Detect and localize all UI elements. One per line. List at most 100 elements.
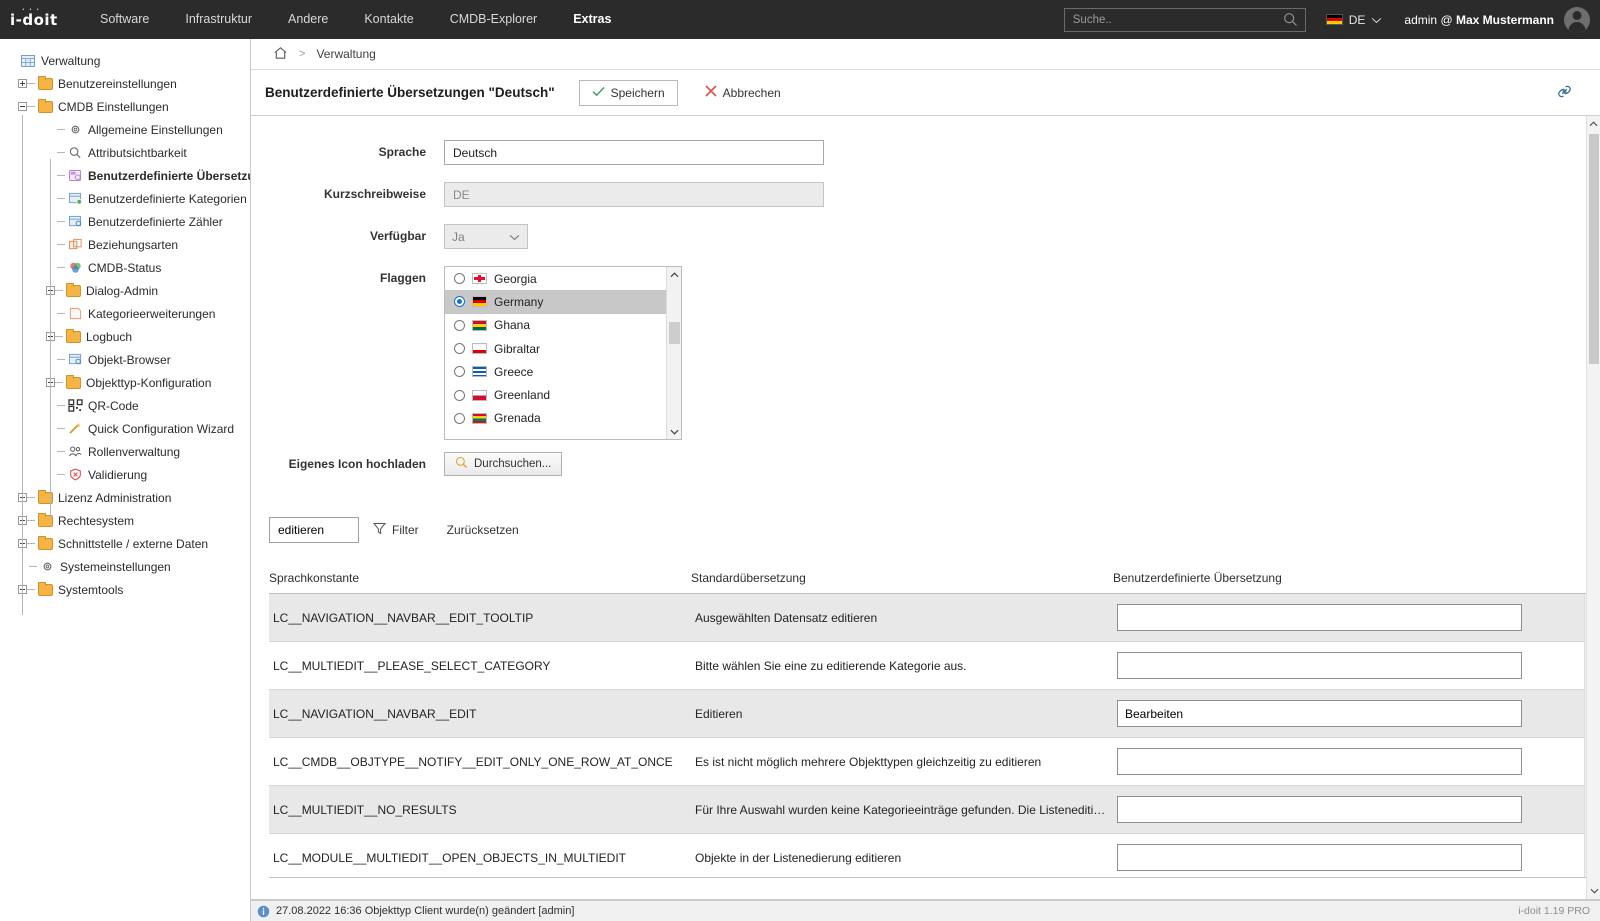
radio-icon[interactable] [454, 296, 465, 308]
flags-listbox[interactable]: Georgia Germany Ghana Gibraltar Greece Greenl… [444, 266, 682, 440]
search-icon[interactable] [1283, 12, 1298, 27]
sprache-input[interactable] [444, 140, 824, 165]
sidebar-item-label: Logbuch [86, 329, 133, 344]
browse-button[interactable]: Durchsuchen... [444, 452, 563, 476]
global-search[interactable] [1063, 7, 1306, 32]
sidebar-item-allgemeine-einstellungen[interactable]: Allgemeine Einstellungen [0, 118, 250, 141]
filter-input[interactable] [269, 517, 359, 543]
custom-translation-input[interactable] [1117, 604, 1522, 631]
flag-option-grenada[interactable]: Grenada [445, 407, 681, 430]
nav-item-andere[interactable]: Andere [270, 0, 346, 39]
form-row-upload: Eigenes Icon hochladen Durchsuchen... [251, 452, 1600, 476]
search-input[interactable] [1064, 12, 1283, 27]
verfuegbar-select[interactable]: Ja [444, 224, 528, 249]
sidebar-item-systemtools[interactable]: Systemtools [0, 578, 250, 601]
breadcrumb-current[interactable]: Verwaltung [316, 47, 375, 61]
flags-scrollbar-thumb[interactable] [669, 322, 680, 344]
sidebar-item-qr-code[interactable]: QR-Code [0, 394, 250, 417]
reset-button[interactable]: Zurücksetzen [433, 517, 533, 543]
sidebar-item-beziehungsarten[interactable]: Beziehungsarten [0, 233, 250, 256]
radio-icon[interactable] [454, 273, 465, 285]
user-avatar-icon[interactable] [1564, 6, 1590, 33]
page-scrollbar-thumb[interactable] [1589, 134, 1599, 364]
save-button[interactable]: Speichern [578, 79, 678, 106]
sidebar-item-systemeinstellungen[interactable]: Systemeinstellungen [0, 555, 250, 578]
custom-translation-input[interactable] [1117, 652, 1522, 679]
custom-translation-input[interactable] [1117, 796, 1522, 823]
flag-option-label: Ghana [494, 318, 531, 333]
cell-sprachkonstante: LC__NAVIGATION__NAVBAR__EDIT [273, 706, 477, 721]
sidebar-item-lizenz-administration[interactable]: Lizenz Administration [0, 486, 250, 509]
table-row[interactable]: LC__NAVIGATION__NAVBAR__EDIT Editieren [269, 690, 1600, 738]
browse-button-label: Durchsuchen... [474, 458, 552, 470]
cancel-button[interactable]: Abbrechen [692, 80, 794, 106]
sidebar-item-benutzereinstellungen[interactable]: Benutzereinstellungen [0, 72, 250, 95]
magnifier-icon [455, 456, 468, 472]
nav-item-cmdb-explorer[interactable]: CMDB-Explorer [432, 0, 556, 39]
top-navigation-bar: · · · i-doit Software Infrastruktur Ande… [0, 0, 1600, 39]
sidebar-item-objekt-browser[interactable]: Objekt-Browser [0, 348, 250, 371]
sidebar-item-attributsichtbarkeit[interactable]: Attributsichtbarkeit [0, 141, 250, 164]
page-scrollbar[interactable] [1586, 116, 1600, 899]
app-logo[interactable]: · · · i-doit [10, 6, 82, 29]
scroll-up-icon[interactable] [667, 267, 681, 282]
nav-item-extras[interactable]: Extras [555, 0, 629, 39]
custom-translation-input[interactable] [1117, 844, 1522, 871]
radio-icon[interactable] [454, 389, 465, 401]
custom-translation-input[interactable] [1117, 700, 1522, 727]
sidebar-item-label: Schnittstelle / externe Daten [58, 536, 209, 551]
table-row[interactable]: LC__CMDB__OBJTYPE__NOTIFY__EDIT_ONLY_ONE… [269, 738, 1600, 786]
radio-icon[interactable] [454, 412, 465, 424]
sidebar-item-benutzerdefinierte-z-hler[interactable]: Benutzerdefinierte Zähler [0, 210, 250, 233]
flag-option-germany[interactable]: Germany [445, 290, 681, 314]
collapse-icon[interactable] [18, 102, 27, 111]
sidebar-item-logbuch[interactable]: Logbuch [0, 325, 250, 348]
sidebar-item-kategorieerweiterungen[interactable]: Kategorieerweiterungen [0, 302, 250, 325]
custom-translation-input[interactable] [1117, 748, 1522, 775]
sidebar-item-rollenverwaltung[interactable]: Rollenverwaltung [0, 440, 250, 463]
filter-button[interactable]: Filter [359, 517, 433, 543]
sidebar-item-verwaltung[interactable]: Verwaltung [0, 49, 250, 72]
sidebar-item-cmdb-einstellungen[interactable]: CMDB Einstellungen [0, 95, 250, 118]
scroll-up-icon[interactable] [1587, 116, 1600, 132]
sidebar-item-validierung[interactable]: Validierung [0, 463, 250, 486]
home-icon[interactable] [273, 46, 288, 63]
table-row[interactable]: LC__MODULE__MULTIEDIT__OPEN_OBJECTS_IN_M… [269, 834, 1600, 877]
radio-icon[interactable] [454, 343, 465, 355]
sidebar-item-dialog-admin[interactable]: Dialog-Admin [0, 279, 250, 302]
flag-option-ghana[interactable]: Ghana [445, 314, 681, 337]
link-icon[interactable] [1555, 82, 1574, 104]
nav-item-kontakte[interactable]: Kontakte [346, 0, 431, 39]
table-row[interactable]: LC__MULTIEDIT__PLEASE_SELECT_CATEGORY Bit… [269, 642, 1600, 690]
sidebar-item-benutzerdefinierte-bersetzu[interactable]: Benutzerdefinierte Übersetzu... [0, 164, 250, 187]
sidebar-item-quick-configuration-wizard[interactable]: Quick Configuration Wizard [0, 417, 250, 440]
nav-item-infrastruktur[interactable]: Infrastruktur [167, 0, 270, 39]
column-header-standarduebersetzung[interactable]: Standardübersetzung [691, 571, 1113, 585]
flags-scrollbar[interactable] [666, 267, 681, 439]
cell-custom-translation [1117, 844, 1600, 871]
flag-option-gibraltar[interactable]: Gibraltar [445, 337, 681, 360]
sidebar-item-schnittstelle-externe-daten[interactable]: Schnittstelle / externe Daten [0, 532, 250, 555]
language-selector[interactable]: DE [1325, 13, 1383, 27]
radio-icon[interactable] [454, 319, 465, 331]
scroll-down-icon[interactable] [1587, 883, 1600, 899]
flag-option-georgia[interactable]: Georgia [445, 267, 681, 290]
user-menu[interactable]: admin @ Max Mustermann [1404, 6, 1590, 33]
sidebar-item-cmdb-status[interactable]: CMDB-Status [0, 256, 250, 279]
sidebar-item-objekttyp-konfiguration[interactable]: Objekttyp-Konfiguration [0, 371, 250, 394]
user-label: admin @ Max Mustermann [1404, 13, 1554, 27]
sidebar-item-rechtesystem[interactable]: Rechtesystem [0, 509, 250, 532]
table-row[interactable]: LC__NAVIGATION__NAVBAR__EDIT_TOOLTIP Ausg… [269, 594, 1600, 642]
sidebar-item-benutzerdefinierte-kategorien[interactable]: Benutzerdefinierte Kategorien [0, 187, 250, 210]
folder-icon [37, 75, 53, 92]
cancel-button-label: Abbrechen [722, 85, 781, 100]
expand-icon[interactable] [18, 79, 27, 88]
radio-icon[interactable] [454, 366, 465, 378]
column-header-benutzerdefinierte-uebersetzung[interactable]: Benutzerdefinierte Übersetzung [1113, 571, 1600, 585]
table-row[interactable]: LC__MULTIEDIT__NO_RESULTS Für Ihre Auswah… [269, 786, 1600, 834]
flag-option-greenland[interactable]: Greenland [445, 383, 681, 406]
flag-option-greece[interactable]: Greece [445, 360, 681, 383]
scroll-down-icon[interactable] [667, 424, 681, 439]
nav-item-software[interactable]: Software [82, 0, 167, 39]
column-header-sprachkonstante[interactable]: Sprachkonstante [269, 571, 691, 585]
